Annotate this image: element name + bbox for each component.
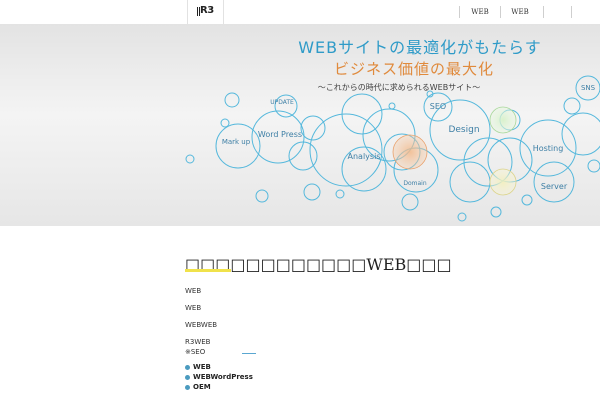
bubble-graphic: WEBサイトの最適化がもたらす ビジネス価値の最大化 〜これからの時代に求められ… bbox=[185, 38, 600, 222]
bullet-dot-icon bbox=[185, 385, 190, 390]
inline-link[interactable] bbox=[242, 353, 256, 354]
list-item: WEBWordPress bbox=[185, 373, 253, 382]
hero-title-line1: WEBサイトの最適化がもたらす bbox=[298, 38, 542, 57]
nav-divider bbox=[459, 6, 460, 18]
bubble-label-hosting: Hosting bbox=[533, 144, 564, 153]
bubble-label-markup: Mark up bbox=[222, 138, 251, 146]
nav-item-web-1[interactable]: WEB bbox=[466, 6, 494, 18]
bubble-label-server: Server bbox=[541, 182, 568, 191]
bubble-label-wordpress: Word Press bbox=[258, 130, 302, 139]
paragraph-4: R3WEB bbox=[185, 338, 211, 346]
nav-item-web-2[interactable]: WEB bbox=[506, 6, 534, 18]
bubble-label-update: UPDATE bbox=[270, 99, 294, 106]
bubble-label-analysis: Analysis bbox=[348, 152, 381, 161]
nav-divider bbox=[543, 6, 544, 18]
paragraph-3: WEBWEB bbox=[185, 321, 218, 329]
paragraph-2: WEB bbox=[185, 304, 202, 312]
hero-subtitle: 〜これからの時代に求められるWEBサイト〜 bbox=[318, 82, 480, 92]
bubble-label-domain: Domain bbox=[403, 180, 426, 187]
hero-title-line2: ビジネス価値の最大化 bbox=[334, 60, 494, 78]
yellow-bubble bbox=[489, 168, 517, 196]
green-bubble bbox=[489, 106, 517, 134]
feature-list: WEB WEBWordPress OEM bbox=[185, 363, 253, 393]
list-item: OEM bbox=[185, 383, 253, 392]
logo-text: R3 bbox=[200, 5, 214, 16]
paragraph-5: ※SEO bbox=[185, 348, 206, 356]
nav-divider bbox=[571, 6, 572, 18]
site-header: R3 WEB WEB bbox=[0, 0, 600, 24]
paragraph-1: WEB bbox=[185, 287, 202, 295]
bullet-dot-icon bbox=[185, 375, 190, 380]
bullet-dot-icon bbox=[185, 365, 190, 370]
list-item-label: WEBWordPress bbox=[193, 373, 253, 381]
r3-logo[interactable]: R3 bbox=[187, 0, 224, 24]
list-item: WEB bbox=[185, 363, 253, 372]
heading-underline bbox=[185, 269, 231, 272]
bubble-label-design: Design bbox=[448, 125, 479, 135]
list-item-label: WEB bbox=[193, 363, 211, 371]
list-item-label: OEM bbox=[193, 383, 211, 391]
nav-divider bbox=[500, 6, 501, 18]
hero-banner: WEBサイトの最適化がもたらす ビジネス価値の最大化 〜これからの時代に求められ… bbox=[0, 24, 600, 226]
bubble-label-sns: SNS bbox=[581, 84, 596, 92]
orange-bubble bbox=[392, 134, 428, 170]
bubble-label-seo: SEO bbox=[430, 102, 446, 111]
